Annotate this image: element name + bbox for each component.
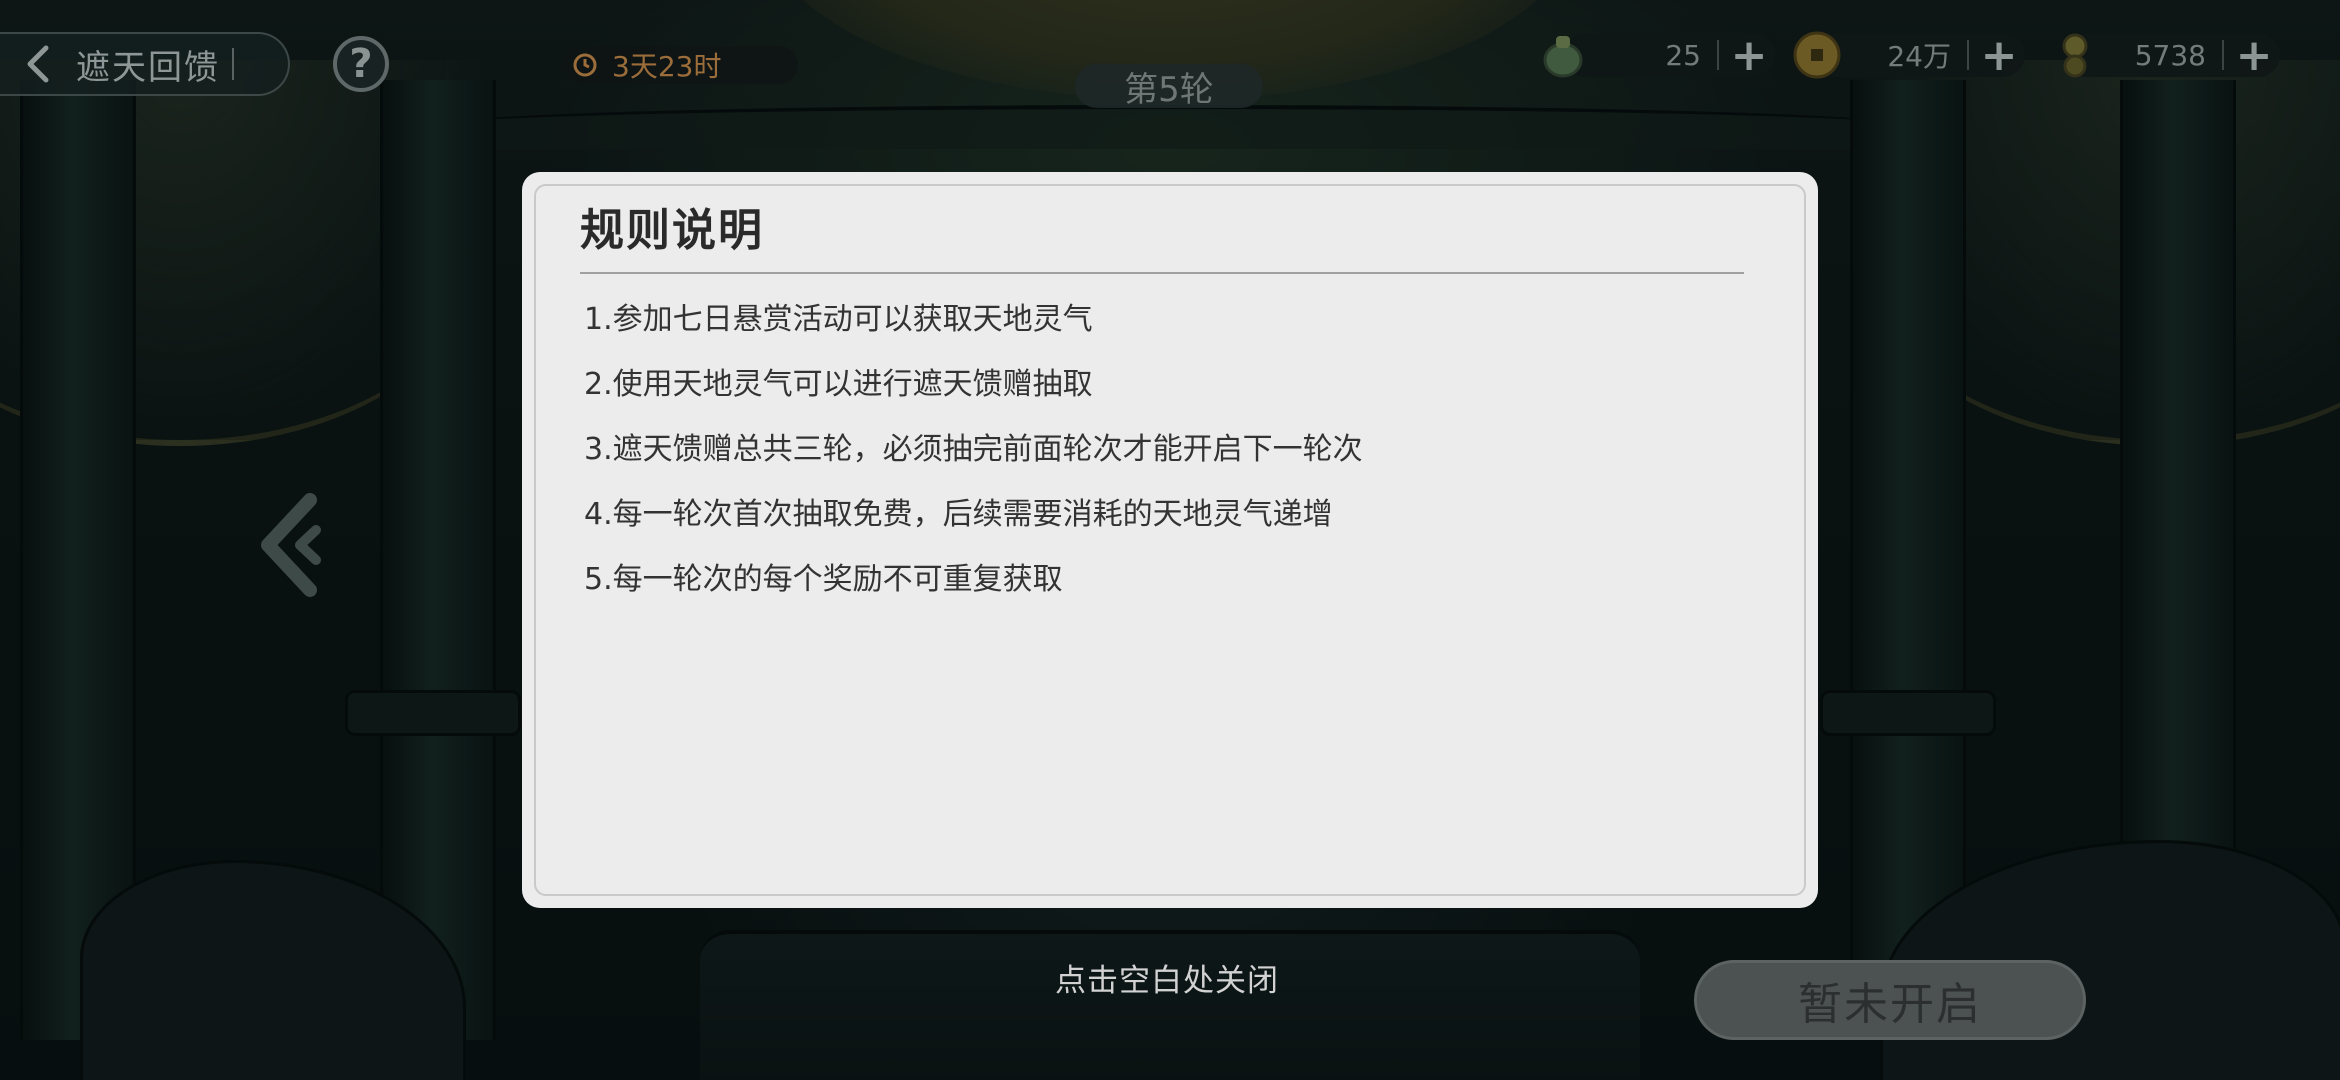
timer-text: 3天23时 (612, 50, 722, 83)
rules-list: 1.参加七日悬赏活动可以获取天地灵气 2.使用天地灵气可以进行遮天馈赠抽取 3.… (584, 300, 1363, 625)
title-divider-gap (1744, 272, 1760, 274)
rule-item: 4.每一轮次首次抽取免费，后续需要消耗的天地灵气递增 (584, 497, 1333, 532)
rule-item: 1.参加七日悬赏活动可以获取天地灵气 (584, 302, 1093, 337)
resource-jade: 25 + (1565, 30, 1775, 81)
event-timer: 3天23时 (562, 46, 798, 84)
resource-divider (1717, 40, 1719, 70)
resource-gourd-add-button[interactable]: + (2232, 30, 2276, 81)
round-label: 第5轮 (1075, 64, 1263, 110)
resource-jade-add-button[interactable]: + (1727, 30, 1771, 81)
rules-modal: 规则说明 1.参加七日悬赏活动可以获取天地灵气 2.使用天地灵气可以进行遮天馈赠… (522, 172, 1818, 908)
resource-divider (2222, 40, 2224, 70)
jade-bell-icon (1543, 36, 1583, 78)
resource-gourd-value: 5738 (2134, 38, 2206, 72)
rule-item: 3.遮天馈赠总共三轮，必须抽完前面轮次才能开启下一轮次 (584, 432, 1363, 467)
rule-item: 5.每一轮次的每个奖励不可重复获取 (584, 562, 1063, 597)
page-title: 遮天回馈 (76, 47, 220, 88)
resource-gold: 24万 + (1815, 30, 2025, 81)
title-divider (232, 48, 234, 80)
resource-divider (1967, 40, 1969, 70)
help-button[interactable]: ? (333, 36, 389, 92)
close-hint: 点击空白处关闭 (1055, 963, 1279, 999)
resource-gold-add-button[interactable]: + (1977, 30, 2021, 81)
clock-icon (573, 53, 597, 77)
gourd-icon (2062, 33, 2088, 78)
gold-coin-icon (1793, 31, 1841, 79)
previous-round-arrow-icon[interactable] (250, 490, 340, 600)
chevron-left-icon (27, 45, 49, 83)
back-button[interactable]: 遮天回馈 (0, 32, 290, 96)
rule-item: 2.使用天地灵气可以进行遮天馈赠抽取 (584, 367, 1093, 402)
rules-modal-title: 规则说明 (580, 205, 764, 256)
resource-jade-value: 25 (1665, 38, 1701, 72)
resource-gold-value: 24万 (1887, 40, 1951, 73)
title-divider-line (580, 272, 1760, 274)
not-open-button[interactable]: 暂未开启 (1694, 960, 2086, 1040)
help-icon: ? (349, 41, 373, 87)
